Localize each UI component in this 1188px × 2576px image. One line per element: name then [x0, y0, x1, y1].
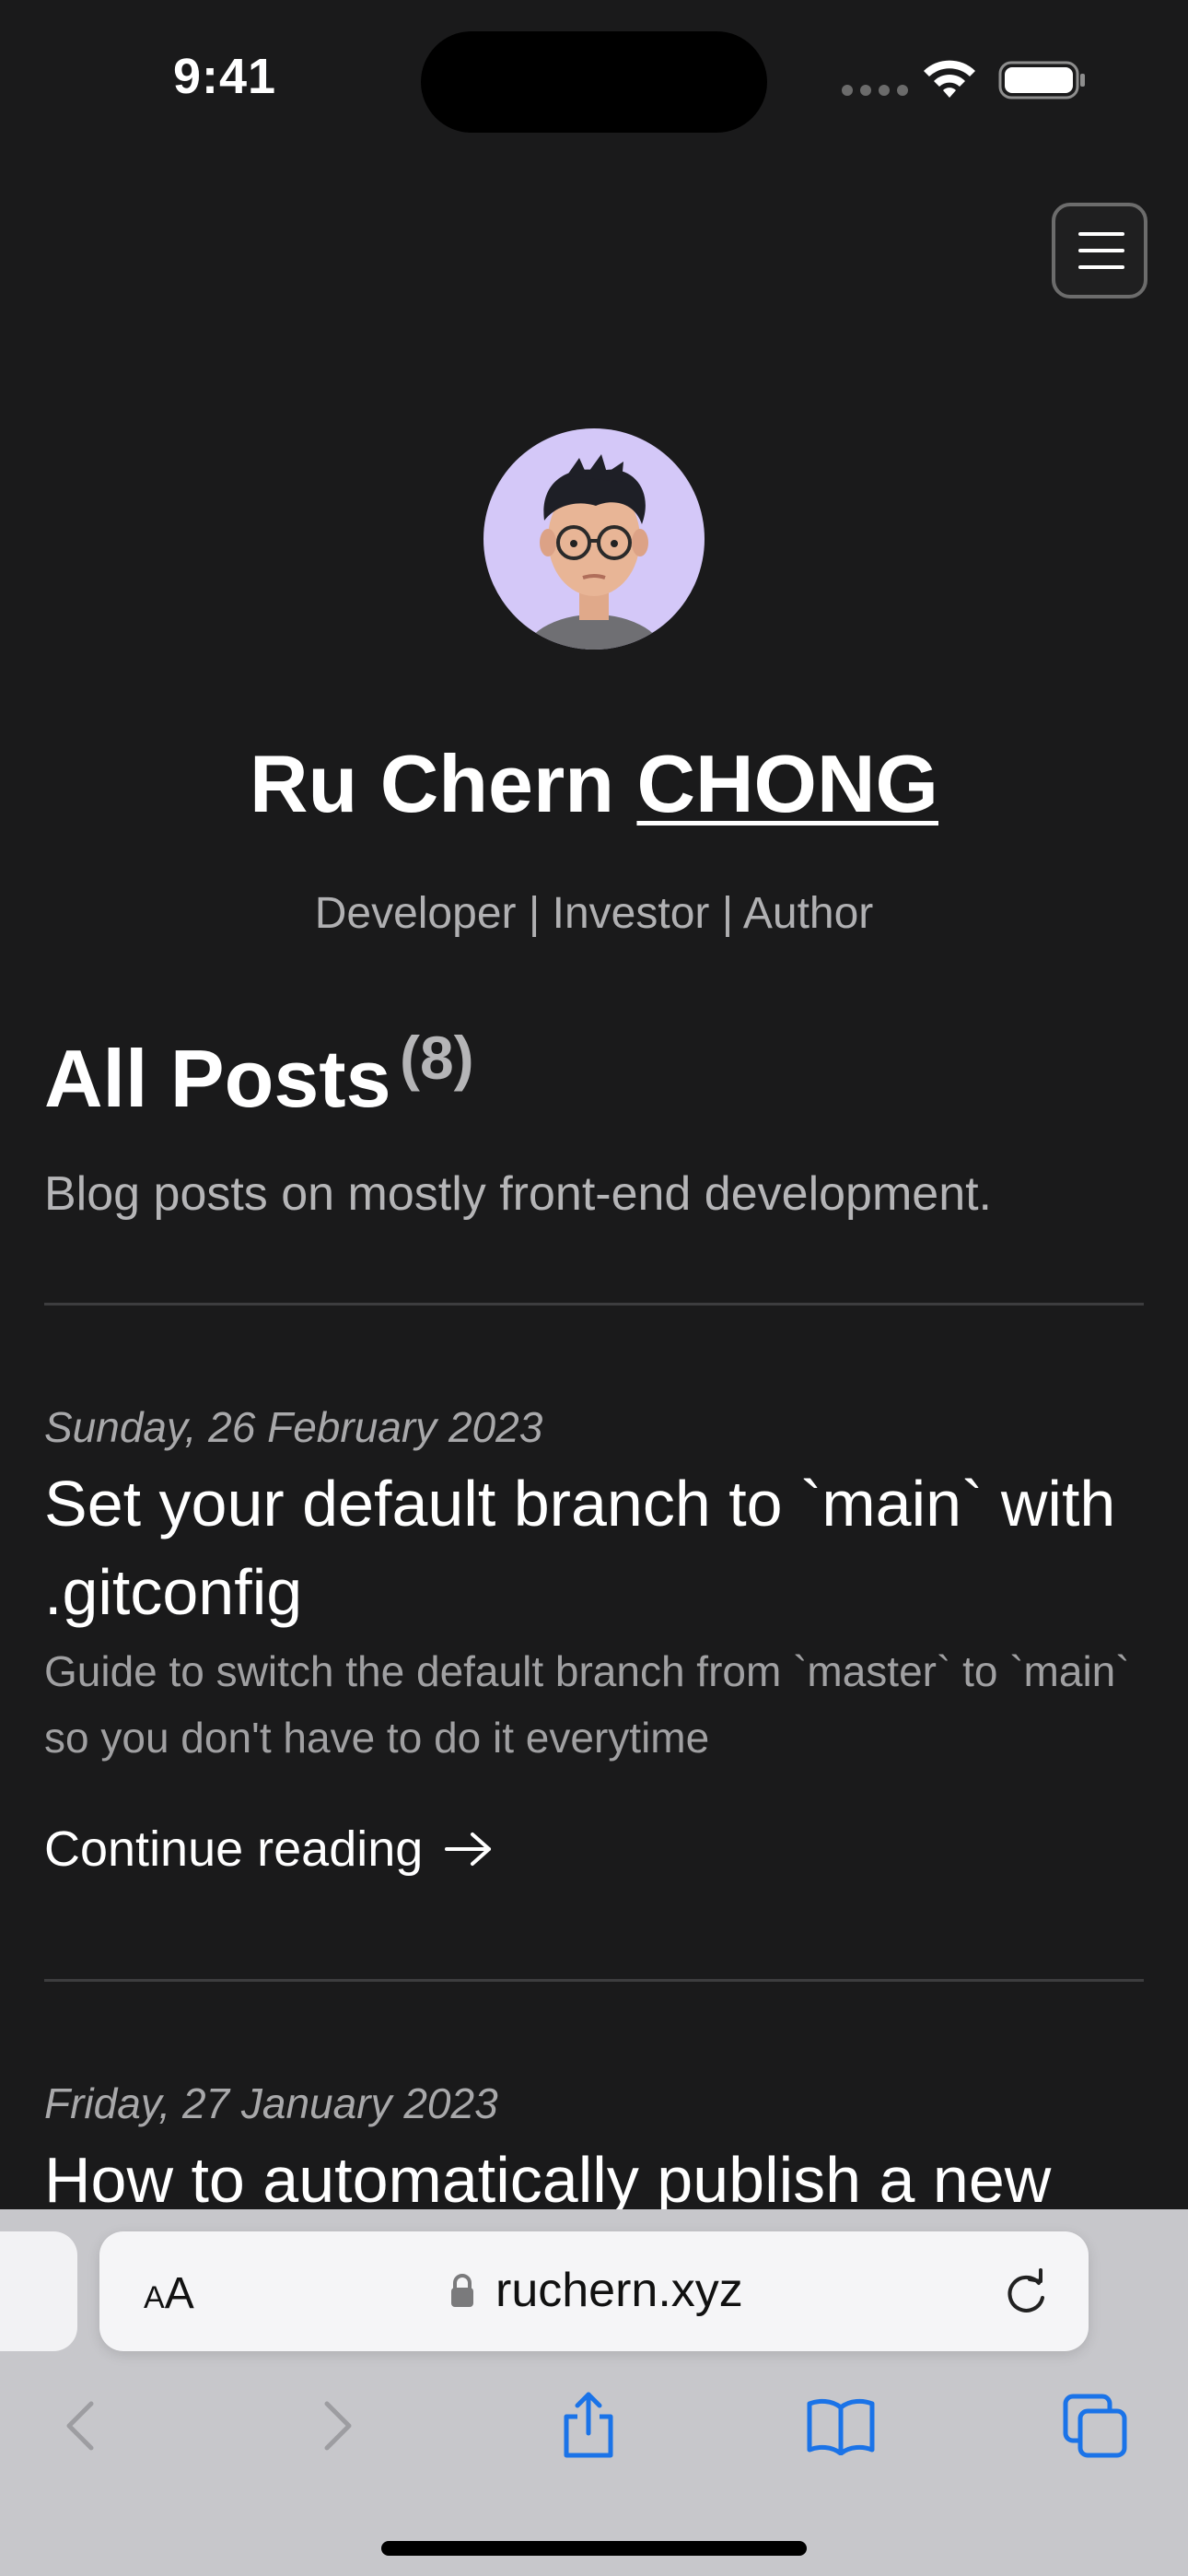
- lock-icon: [451, 2274, 473, 2307]
- browser-toolbar: [0, 2384, 1188, 2486]
- post-date: Friday, 27 January 2023: [44, 2079, 498, 2127]
- forward-icon[interactable]: [297, 2384, 379, 2467]
- dynamic-island: [421, 31, 767, 133]
- site-title[interactable]: Ru Chern CHONG: [0, 737, 1188, 831]
- wifi-icon: [924, 60, 975, 98]
- text-size-button[interactable]: AA: [144, 2268, 194, 2319]
- site-tagline: Developer | Investor | Author: [314, 889, 874, 938]
- posts-count-badge: (8): [400, 1024, 474, 1092]
- menu-button[interactable]: [1052, 203, 1147, 299]
- back-icon[interactable]: [39, 2384, 122, 2467]
- site-title-first: Ru Chern: [249, 738, 637, 829]
- site-title-last: CHONG: [636, 738, 938, 829]
- arrow-right-icon: [445, 1832, 492, 1866]
- status-bar: 9:41: [0, 0, 1188, 157]
- post-date: Sunday, 26 February 2023: [44, 1403, 543, 1451]
- browser-bottom-bar: AA ruchern.xyz: [0, 2209, 1188, 2576]
- continue-reading-link[interactable]: Continue reading: [44, 1821, 495, 1878]
- post-excerpt: Guide to switch the default branch from …: [44, 1647, 1130, 1762]
- address-bar[interactable]: AA ruchern.xyz: [99, 2231, 1089, 2351]
- divider: [44, 1303, 1144, 1306]
- page-description: Blog posts on mostly front-end developme…: [44, 1167, 993, 1221]
- tabs-icon[interactable]: [1054, 2384, 1136, 2467]
- cellular-signal-icon: [842, 85, 908, 96]
- memoji-avatar-icon: [523, 454, 665, 650]
- share-icon[interactable]: [547, 2384, 630, 2467]
- battery-icon: [998, 61, 1085, 100]
- page-title: All Posts: [44, 1033, 391, 1124]
- home-indicator[interactable]: [381, 2541, 807, 2556]
- previous-tab-preview[interactable]: [0, 2231, 77, 2351]
- post-title[interactable]: Set your default branch to `main` with .…: [44, 1459, 1144, 1636]
- avatar: [483, 428, 705, 650]
- reload-icon[interactable]: [1002, 2266, 1050, 2318]
- bookmarks-icon[interactable]: [799, 2384, 882, 2467]
- continue-reading-label: Continue reading: [44, 1821, 424, 1877]
- url-text[interactable]: ruchern.xyz: [495, 2263, 743, 2318]
- divider: [44, 1979, 1144, 1982]
- status-time: 9:41: [173, 49, 277, 104]
